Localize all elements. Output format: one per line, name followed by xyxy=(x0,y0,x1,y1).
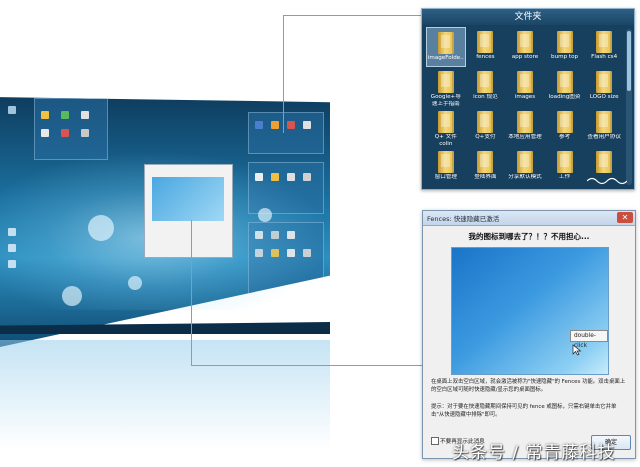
folder-item[interactable]: 登陆界面 xyxy=(466,147,506,187)
folder-icon xyxy=(437,32,454,54)
folder-label: 窗口管理 xyxy=(434,174,457,180)
folder-item[interactable]: fences xyxy=(466,27,506,67)
folder-item[interactable]: 窗口管理 xyxy=(426,147,466,187)
folder-item[interactable]: LOGO size xyxy=(584,67,624,107)
folder-icon xyxy=(556,31,573,53)
dialog-illustration: double-click xyxy=(451,247,609,375)
folder-icon xyxy=(556,111,573,133)
folder-icon xyxy=(516,111,533,133)
fence-icon xyxy=(303,121,311,129)
fence-icon xyxy=(81,129,89,137)
folder-label: app store xyxy=(511,54,539,60)
folder-item[interactable]: app store xyxy=(505,27,545,67)
fence-icon xyxy=(41,129,49,137)
folder-icon xyxy=(437,111,454,133)
folder-icon xyxy=(516,31,533,53)
fence-icon xyxy=(41,111,49,119)
folder-label: 参考 xyxy=(558,134,571,140)
dialog-thumbnail-image xyxy=(152,177,224,221)
dialog-description: 在桌面上双击空白区域，就会激活被称为"快速隐藏"的 Fences 功能。双击桌面… xyxy=(431,379,626,393)
folder-item[interactable]: 工作 xyxy=(545,147,585,187)
folder-item[interactable]: 本地应用管理 xyxy=(505,107,545,147)
fence-icon xyxy=(287,121,295,129)
folder-label: imageFolde.. xyxy=(427,55,464,61)
fence-panel xyxy=(248,112,324,154)
mouse-cursor-icon xyxy=(572,344,582,356)
folder-label: Google+导 xyxy=(430,94,461,100)
folder-item[interactable]: bump top xyxy=(545,27,585,67)
scrollbar-thumb[interactable] xyxy=(627,31,631,91)
folder-item[interactable]: Google+导 速上手指南 xyxy=(426,67,466,107)
folder-item[interactable]: loading图资 xyxy=(545,67,585,107)
folder-icon xyxy=(437,71,454,93)
double-click-tooltip: double-click xyxy=(570,330,608,349)
folder-label: bump top xyxy=(551,54,579,60)
folder-label: 登陆界面 xyxy=(474,174,497,180)
connector-line xyxy=(283,15,284,133)
folder-label: loading图资 xyxy=(548,94,581,100)
folder-icon xyxy=(596,31,613,53)
bokeh-light xyxy=(258,208,272,222)
folder-label: icon 规范 xyxy=(473,94,498,100)
bokeh-light xyxy=(128,276,142,290)
folder-icon xyxy=(516,71,533,93)
connector-line xyxy=(191,220,192,366)
folder-grid: imageFolde.. fences app store bump top F… xyxy=(426,27,624,187)
folder-item[interactable]: Q+支付 xyxy=(466,107,506,147)
fence-icon xyxy=(255,121,263,129)
folder-icon xyxy=(596,151,613,173)
desktop-reflection xyxy=(0,340,330,450)
folder-icon xyxy=(556,71,573,93)
desktop-icon xyxy=(8,106,16,114)
desktop-perspective-illustration xyxy=(0,0,420,467)
fences-dialog-thumbnail xyxy=(144,164,233,258)
folder-window-title: 文件夹 xyxy=(422,9,634,25)
dialog-heading: 我的图标到哪去了？！？不用担心... xyxy=(468,232,590,241)
wave-decoration-icon xyxy=(587,177,627,185)
folder-label: 本地应用管理 xyxy=(508,134,542,140)
bokeh-light xyxy=(62,286,82,306)
folder-item[interactable]: 参考 xyxy=(545,107,585,147)
fences-dialog: Fences: 快速隐藏已激活 ✕ 我的图标到哪去了？！？不用担心... dou… xyxy=(422,210,636,459)
folder-item[interactable]: 分享默认模式 xyxy=(505,147,545,187)
watermark: 头条号 / 常青藤科技 xyxy=(452,443,616,463)
folder-label: 分享默认模式 xyxy=(508,174,542,180)
folder-icon xyxy=(596,111,613,133)
dont-show-again-checkbox[interactable] xyxy=(431,437,439,445)
folder-label: Q+支付 xyxy=(475,134,496,140)
folder-item[interactable]: Q+ 文件 colin xyxy=(426,107,466,147)
folder-label: 查看用户协议 xyxy=(587,134,621,140)
dialog-titlebar: Fences: 快速隐藏已激活 ✕ xyxy=(423,211,635,226)
folder-icon xyxy=(477,111,494,133)
folder-item[interactable]: imageFolde.. xyxy=(426,27,466,67)
folder-icon xyxy=(477,71,494,93)
dialog-title: Fences: 快速隐藏已激活 xyxy=(427,215,500,223)
fence-icon xyxy=(271,121,279,129)
folder-label: fences xyxy=(476,54,495,60)
close-button[interactable]: ✕ xyxy=(617,212,633,223)
folder-label: LOGO size xyxy=(589,94,619,100)
folder-icon xyxy=(596,71,613,93)
bokeh-light xyxy=(88,215,114,241)
folder-icon xyxy=(516,151,533,173)
folder-window: 文件夹 imageFolde.. fences app store bump t… xyxy=(421,8,635,190)
folder-label: Flash cs4 xyxy=(591,54,618,60)
fence-icon xyxy=(81,111,89,119)
folder-icon xyxy=(437,151,454,173)
dialog-tip: 提示：对于要在快速隐藏期间保持可见的 fence 或图标，只需右键单击它并单击"… xyxy=(431,404,617,418)
fence-icon xyxy=(61,111,69,119)
folder-icon xyxy=(556,151,573,173)
folder-label: images xyxy=(514,94,536,100)
folder-item[interactable]: Flash cs4 xyxy=(584,27,624,67)
folder-scrollbar[interactable] xyxy=(626,29,632,185)
folder-item[interactable]: images xyxy=(505,67,545,107)
folder-item[interactable]: icon 规范 xyxy=(466,67,506,107)
folder-icon xyxy=(477,151,494,173)
folder-label: 工作 xyxy=(558,174,571,180)
folder-icon xyxy=(477,31,494,53)
connector-line xyxy=(283,15,421,16)
folder-item[interactable]: 查看用户协议 xyxy=(584,107,624,147)
fence-icon xyxy=(61,129,69,137)
